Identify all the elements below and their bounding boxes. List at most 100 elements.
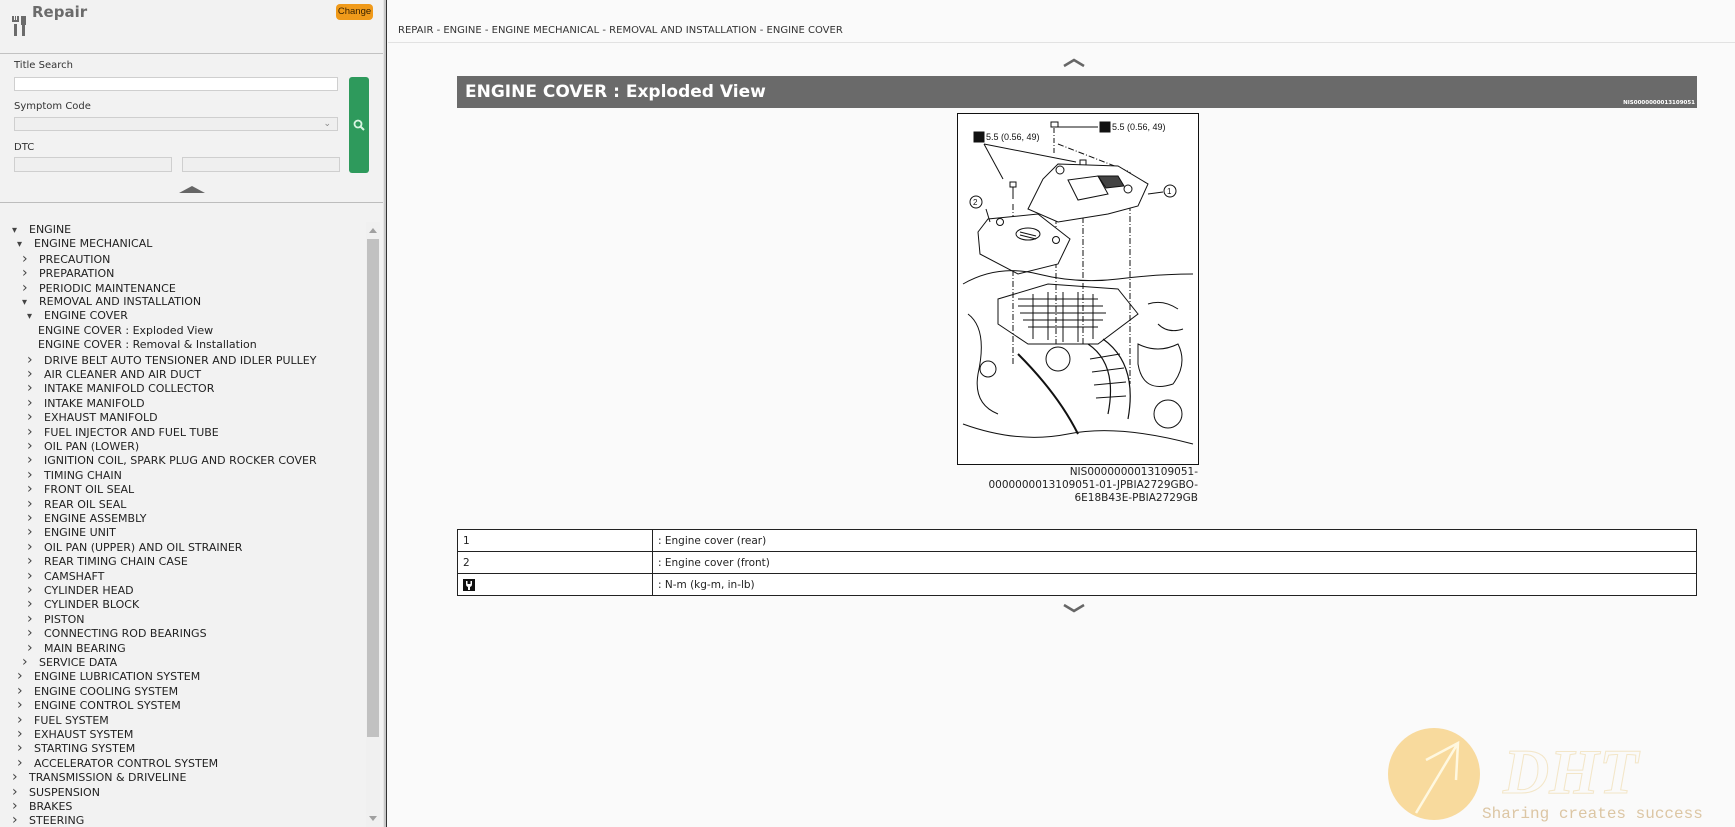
tree-item[interactable]: ▾ ENGINE bbox=[12, 223, 71, 237]
tree-item[interactable]: › DRIVE BELT AUTO TENSIONER AND IDLER PUL… bbox=[27, 353, 316, 367]
tree-item[interactable]: › PISTON bbox=[27, 612, 84, 626]
chevron-right-icon[interactable]: › bbox=[22, 266, 39, 280]
dtc-input-2[interactable] bbox=[182, 157, 340, 172]
tree-item[interactable]: › CAMSHAFT bbox=[27, 569, 104, 583]
tree-item[interactable]: ▾ ENGINE MECHANICAL bbox=[17, 237, 152, 251]
tree-item[interactable]: › BRAKES bbox=[12, 799, 72, 813]
tree-item[interactable]: › REAR OIL SEAL bbox=[27, 497, 126, 511]
chevron-right-icon[interactable]: › bbox=[17, 756, 34, 770]
chevron-right-icon[interactable]: › bbox=[17, 713, 34, 727]
chevron-right-icon[interactable]: › bbox=[27, 511, 44, 525]
chevron-right-icon[interactable]: › bbox=[27, 367, 44, 381]
chevron-right-icon[interactable]: › bbox=[12, 799, 29, 813]
chevron-right-icon[interactable]: › bbox=[17, 684, 34, 698]
tree-item[interactable]: ▾ REMOVAL AND INSTALLATION bbox=[22, 295, 201, 309]
tree-item[interactable]: › FUEL SYSTEM bbox=[17, 713, 109, 727]
tree-item[interactable]: ENGINE COVER : Exploded View bbox=[38, 324, 213, 338]
search-icon bbox=[353, 119, 365, 131]
chevron-right-icon[interactable]: › bbox=[27, 396, 44, 410]
tree-item[interactable]: › PREPARATION bbox=[22, 266, 114, 280]
caret-down-icon[interactable]: ▾ bbox=[12, 224, 29, 238]
scroll-down-icon[interactable] bbox=[369, 816, 377, 821]
chevron-right-icon[interactable]: › bbox=[27, 525, 44, 539]
pane-splitter[interactable] bbox=[383, 0, 387, 827]
tree-item[interactable]: › ENGINE CONTROL SYSTEM bbox=[17, 698, 181, 712]
tree-item[interactable]: › MAIN BEARING bbox=[27, 641, 126, 655]
chevron-right-icon[interactable]: › bbox=[27, 497, 44, 511]
chevron-right-icon[interactable]: › bbox=[27, 453, 44, 467]
chevron-right-icon[interactable]: › bbox=[27, 381, 44, 395]
tree-item[interactable]: › ACCELERATOR CONTROL SYSTEM bbox=[17, 756, 218, 770]
tree-item[interactable]: › ENGINE LUBRICATION SYSTEM bbox=[17, 669, 200, 683]
tree-item[interactable]: › EXHAUST SYSTEM bbox=[17, 727, 133, 741]
tree-item[interactable]: › ENGINE ASSEMBLY bbox=[27, 511, 147, 525]
tree-item[interactable]: › OIL PAN (LOWER) bbox=[27, 439, 139, 453]
chevron-right-icon[interactable]: › bbox=[27, 482, 44, 496]
tree-item[interactable]: › REAR TIMING CHAIN CASE bbox=[27, 554, 188, 568]
chevron-right-icon[interactable]: › bbox=[12, 813, 29, 827]
chevron-right-icon[interactable]: › bbox=[17, 741, 34, 755]
tree-item[interactable]: › INTAKE MANIFOLD COLLECTOR bbox=[27, 381, 214, 395]
chevron-right-icon[interactable]: › bbox=[12, 770, 29, 784]
tree-item[interactable]: › STARTING SYSTEM bbox=[17, 741, 135, 755]
tree-item-label: CYLINDER HEAD bbox=[44, 584, 134, 597]
chevron-right-icon[interactable]: › bbox=[27, 626, 44, 640]
symptom-code-select[interactable]: ⌄ bbox=[14, 117, 338, 131]
tree-item[interactable]: › ENGINE UNIT bbox=[27, 525, 116, 539]
chevron-right-icon[interactable]: › bbox=[27, 425, 44, 439]
chevron-right-icon[interactable]: › bbox=[27, 540, 44, 554]
chevron-right-icon[interactable]: › bbox=[12, 785, 29, 799]
chevron-right-icon[interactable]: › bbox=[17, 727, 34, 741]
tree-item[interactable]: › FUEL INJECTOR AND FUEL TUBE bbox=[27, 425, 219, 439]
scroll-up-icon[interactable] bbox=[369, 228, 377, 233]
tree-item[interactable]: › OIL PAN (UPPER) AND OIL STRAINER bbox=[27, 540, 242, 554]
tree-item[interactable]: › SERVICE DATA bbox=[22, 655, 117, 669]
search-button[interactable] bbox=[349, 77, 369, 173]
tree-item[interactable]: › TRANSMISSION & DRIVELINE bbox=[12, 770, 186, 784]
tree-item-label: ENGINE COVER : Removal & Installation bbox=[38, 338, 257, 352]
tree-item[interactable]: › IGNITION COIL, SPARK PLUG AND ROCKER CO… bbox=[27, 453, 317, 467]
chevron-right-icon[interactable]: › bbox=[17, 698, 34, 712]
chevron-right-icon[interactable]: › bbox=[22, 281, 39, 295]
tree-item[interactable]: › CYLINDER HEAD bbox=[27, 583, 134, 597]
tree-item[interactable]: › AIR CLEANER AND AIR DUCT bbox=[27, 367, 201, 381]
tree-item[interactable]: › EXHAUST MANIFOLD bbox=[27, 410, 158, 424]
chevron-right-icon[interactable]: › bbox=[22, 655, 39, 669]
tree-item[interactable]: › STEERING bbox=[12, 813, 84, 827]
chevron-right-icon[interactable]: › bbox=[27, 597, 44, 611]
chevron-right-icon[interactable]: › bbox=[27, 583, 44, 597]
tree-item[interactable]: › PERIODIC MAINTENANCE bbox=[22, 281, 176, 295]
chevron-right-icon[interactable]: › bbox=[17, 669, 34, 683]
tree-item[interactable]: › PRECAUTION bbox=[22, 252, 110, 266]
tree-item[interactable]: ENGINE COVER : Removal & Installation bbox=[38, 338, 257, 352]
tree-item[interactable]: › TIMING CHAIN bbox=[27, 468, 122, 482]
title-search-input[interactable] bbox=[14, 77, 338, 91]
change-button[interactable]: Change bbox=[336, 4, 373, 20]
chevron-up-icon[interactable] bbox=[1062, 58, 1086, 68]
chevron-right-icon[interactable]: › bbox=[27, 641, 44, 655]
torque-label-left: 5.5 (0.56, 49) bbox=[986, 132, 1040, 142]
scrollbar-thumb[interactable] bbox=[367, 239, 379, 737]
chevron-right-icon[interactable]: › bbox=[27, 468, 44, 482]
tree-item[interactable]: › INTAKE MANIFOLD bbox=[27, 396, 145, 410]
tree-item[interactable]: › CYLINDER BLOCK bbox=[27, 597, 139, 611]
tree-item[interactable]: › CONNECTING ROD BEARINGS bbox=[27, 626, 207, 640]
tree-item[interactable]: ▾ ENGINE COVER bbox=[27, 309, 128, 323]
collapse-search-button[interactable] bbox=[179, 186, 205, 193]
tree-item[interactable]: › FRONT OIL SEAL bbox=[27, 482, 134, 496]
chevron-down-icon[interactable] bbox=[1062, 603, 1086, 613]
chevron-right-icon[interactable]: › bbox=[22, 252, 39, 266]
chevron-right-icon[interactable]: › bbox=[27, 410, 44, 424]
tree-item[interactable]: › SUSPENSION bbox=[12, 785, 100, 799]
chevron-right-icon[interactable]: › bbox=[27, 554, 44, 568]
caret-down-icon[interactable]: ▾ bbox=[22, 296, 39, 310]
chevron-right-icon[interactable]: › bbox=[27, 569, 44, 583]
dtc-input-1[interactable] bbox=[14, 157, 172, 172]
navigation-tree: ▾ ENGINE ▾ ENGINE MECHANICAL › PRECAUTION › PRE… bbox=[0, 222, 365, 827]
caret-down-icon[interactable]: ▾ bbox=[27, 310, 44, 324]
tree-item[interactable]: › ENGINE COOLING SYSTEM bbox=[17, 684, 178, 698]
chevron-right-icon[interactable]: › bbox=[27, 439, 44, 453]
tree-scrollbar[interactable] bbox=[366, 222, 380, 827]
chevron-right-icon[interactable]: › bbox=[27, 353, 44, 367]
chevron-right-icon[interactable]: › bbox=[27, 612, 44, 626]
